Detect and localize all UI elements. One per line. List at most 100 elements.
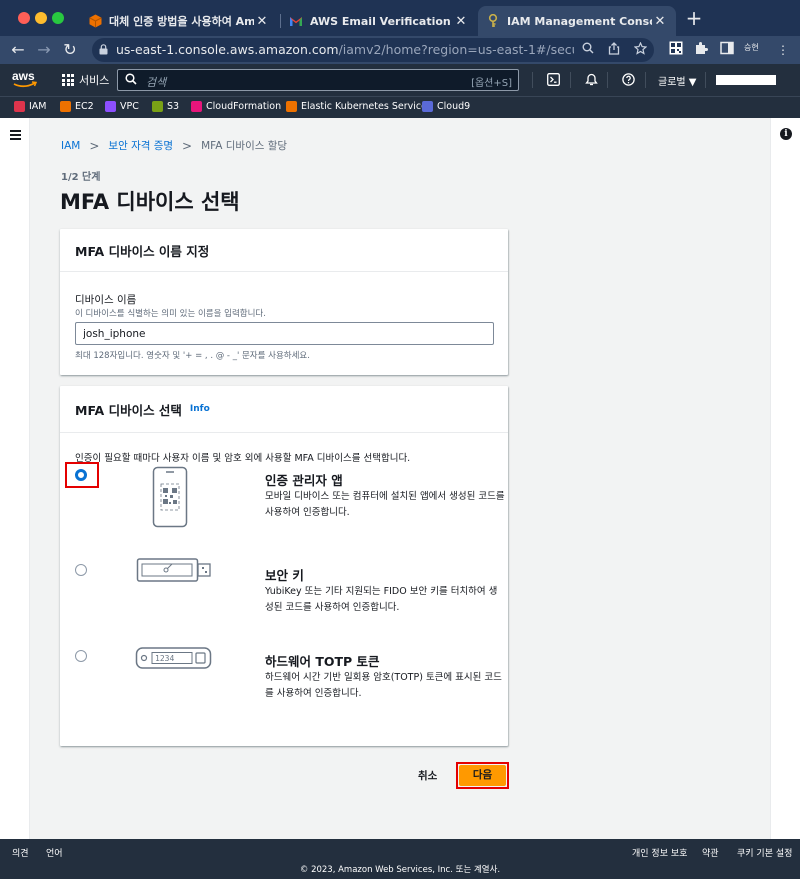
kebab-menu-icon[interactable]: ⋮	[774, 41, 792, 59]
share-icon[interactable]	[606, 42, 622, 58]
device-select-panel: MFA 디바이스 선택 Info 인증이 필요할 때마다 사용자 이름 및 암호…	[60, 386, 508, 746]
phone-qr-icon	[152, 466, 188, 528]
cancel-button[interactable]: 취소	[414, 766, 441, 785]
annotation-highlight-box: 다음	[456, 762, 509, 789]
favorite-eks[interactable]: Elastic Kubernetes Service	[286, 101, 427, 112]
new-tab-button[interactable]: +	[684, 8, 704, 29]
nav-divider	[645, 72, 646, 88]
cookie-preferences-link[interactable]: 쿠키 기본 설정	[737, 846, 792, 859]
favorite-label: VPC	[120, 101, 139, 112]
browser-tab-strip: 대체 인증 방법을 사용하여 Amazon ✕ AWS Email Verifi…	[0, 0, 800, 36]
radio-security-key[interactable]	[75, 564, 87, 576]
panel-title: MFA 디바이스 이름 지정	[75, 243, 210, 259]
console-search-input[interactable]: 검색 [옵션+S]	[117, 69, 519, 91]
tab-title: IAM Management Console	[507, 14, 652, 28]
right-help-rail: i	[770, 118, 800, 839]
nav-divider	[607, 72, 608, 88]
page-title: MFA 디바이스 선택	[60, 190, 240, 214]
help-icon[interactable]	[621, 73, 635, 87]
favorite-vpc[interactable]: VPC	[105, 101, 139, 112]
hardware-token-icon: 1234	[135, 647, 212, 669]
url-text[interactable]: us-east-1.console.aws.amazon.com/iamv2/h…	[116, 42, 574, 57]
window-maximize-button[interactable]	[52, 12, 64, 24]
window-minimize-button[interactable]	[35, 12, 47, 24]
reload-icon[interactable]: ↻	[60, 40, 80, 60]
services-label: 서비스	[79, 74, 110, 87]
favorite-label: Cloud9	[437, 101, 471, 112]
option-desc-security-key: YubiKey 또는 기타 지원되는 FIDO 보안 키를 터치하여 생성된 코…	[265, 586, 498, 613]
extensions-puzzle-icon[interactable]	[692, 41, 710, 59]
back-arrow-icon[interactable]: ←	[8, 40, 28, 60]
favorite-cloudformation[interactable]: CloudFormation	[191, 101, 281, 112]
privacy-link[interactable]: 개인 정보 보호	[632, 846, 687, 859]
terms-link[interactable]: 약관	[702, 846, 719, 859]
breadcrumb-security-credentials[interactable]: 보안 자격 증명	[108, 138, 173, 153]
region-selector[interactable]: 글로벌 ▼	[658, 73, 696, 88]
vpc-service-icon	[105, 101, 116, 112]
tab-title: 대체 인증 방법을 사용하여 Amazon	[109, 15, 254, 28]
side-panel-icon[interactable]	[718, 41, 736, 59]
lock-icon	[99, 44, 108, 55]
console-footer: 의견 언어 개인 정보 보호 약관 쿠키 기본 설정 © 2023, Amazo…	[0, 839, 800, 879]
cloudshell-icon[interactable]	[546, 73, 560, 87]
info-link[interactable]: Info	[190, 404, 210, 414]
cloudformation-service-icon	[191, 101, 202, 112]
breadcrumb-assign-mfa: MFA 디바이스 할당	[201, 140, 288, 152]
aws-logo[interactable]: aws	[12, 68, 38, 92]
breadcrumb-iam[interactable]: IAM	[61, 140, 80, 152]
chevron-right-icon: >	[89, 138, 100, 153]
option-title-hardware-totp: 하드웨어 TOTP 토큰	[265, 654, 380, 669]
search-shortcut-hint: [옵션+S]	[471, 78, 512, 89]
services-menu[interactable]: 서비스	[62, 72, 109, 88]
profile-button[interactable]: 승현	[744, 42, 759, 53]
window-close-button[interactable]	[18, 12, 30, 24]
favorite-iam[interactable]: IAM	[14, 101, 47, 112]
language-link[interactable]: 언어	[46, 846, 63, 859]
cloud9-service-icon	[422, 101, 433, 112]
account-menu-redacted[interactable]	[716, 75, 776, 85]
browser-tab-email-verification[interactable]: AWS Email Verification - joshcl ✕	[281, 6, 477, 36]
search-placeholder: 검색	[146, 76, 167, 89]
close-icon[interactable]: ✕	[453, 14, 469, 29]
step-indicator: 1/2 단계	[61, 172, 101, 183]
tab-title: AWS Email Verification - joshcl	[310, 14, 453, 28]
close-icon[interactable]: ✕	[254, 14, 270, 29]
url-path: /iamv2/home?region=us-east-1#/security_c…	[338, 42, 574, 57]
favorite-label: Elastic Kubernetes Service	[301, 101, 427, 112]
qr-code-extension-icon[interactable]	[667, 41, 685, 59]
option-desc-hardware-totp: 하드웨어 시간 기반 일회용 암호(TOTP) 토큰에 표시된 코드를 사용하여…	[265, 672, 502, 699]
info-panel-icon[interactable]: i	[780, 128, 792, 140]
aws-logo-text: aws	[12, 69, 35, 83]
iam-service-icon	[14, 101, 25, 112]
device-name-panel: MFA 디바이스 이름 지정 디바이스 이름 이 디바이스를 식별하는 의미 있…	[60, 229, 508, 375]
favorite-label: EC2	[75, 101, 94, 112]
menu-hamburger-icon[interactable]	[10, 130, 21, 142]
favorite-s3[interactable]: S3	[152, 101, 179, 112]
grid-icon	[62, 74, 74, 86]
aws-top-nav: aws 서비스 검색 [옵션+S] 글로벌 ▼	[0, 64, 800, 96]
close-icon[interactable]: ✕	[652, 14, 668, 29]
zoom-search-icon[interactable]	[580, 42, 596, 58]
browser-tab-iam-console[interactable]: IAM Management Console ✕	[478, 6, 676, 36]
bookmark-star-icon[interactable]	[632, 41, 648, 58]
favorite-label: CloudFormation	[206, 101, 282, 112]
security-key-icon	[136, 558, 211, 582]
radio-authenticator-app[interactable]	[75, 469, 87, 481]
eks-service-icon	[286, 101, 297, 112]
device-name-label: 디바이스 이름	[75, 294, 137, 306]
panel-header: MFA 디바이스 선택 Info	[60, 386, 508, 433]
notifications-bell-icon[interactable]	[584, 73, 598, 87]
device-select-description: 인증이 필요할 때마다 사용자 이름 및 암호 외에 사용할 MFA 디바이스를…	[75, 453, 411, 464]
address-bar[interactable]: us-east-1.console.aws.amazon.com/iamv2/h…	[92, 38, 654, 62]
chevron-right-icon: >	[182, 138, 193, 153]
favorite-cloud9[interactable]: Cloud9	[422, 101, 470, 112]
favorite-ec2[interactable]: EC2	[60, 101, 94, 112]
radio-hardware-totp[interactable]	[75, 650, 87, 662]
browser-tab-aws-alt-auth[interactable]: 대체 인증 방법을 사용하여 Amazon ✕	[80, 6, 278, 36]
forward-arrow-icon[interactable]: →	[34, 40, 54, 60]
next-button[interactable]: 다음	[459, 765, 506, 786]
option-title-authenticator-app: 인증 관리자 앱	[265, 473, 343, 488]
feedback-link[interactable]: 의견	[12, 846, 29, 859]
device-name-input[interactable]	[75, 322, 494, 345]
panel-header: MFA 디바이스 이름 지정	[60, 229, 508, 272]
